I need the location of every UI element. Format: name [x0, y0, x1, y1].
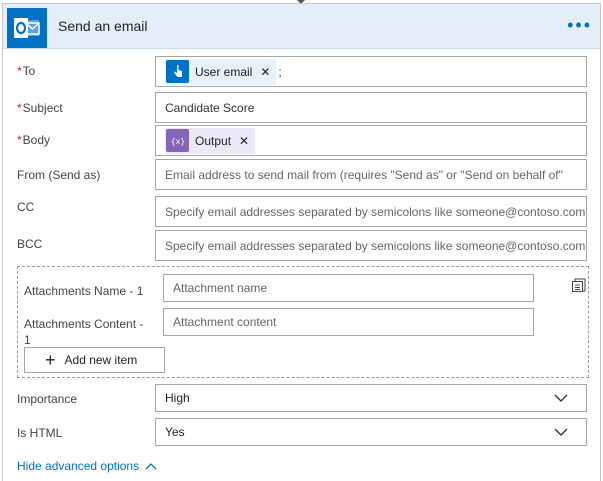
- chevron-up-icon: [145, 459, 157, 473]
- attachment-name-label: Attachments Name - 1: [24, 284, 144, 298]
- chevron-down-icon: [554, 426, 568, 440]
- bcc-label: BCC: [17, 237, 43, 251]
- from-field[interactable]: Email address to send mail from (require…: [155, 159, 587, 190]
- add-new-item-button[interactable]: + Add new item: [24, 347, 165, 373]
- user-email-token[interactable]: User email ✕: [165, 58, 277, 85]
- cc-placeholder: Specify email addresses separated by sem…: [165, 204, 586, 219]
- cc-field[interactable]: Specify email addresses separated by sem…: [155, 196, 587, 227]
- attachment-content-input[interactable]: Attachment content: [163, 308, 534, 336]
- plus-icon: +: [45, 350, 56, 370]
- action-title: Send an email: [58, 18, 148, 34]
- output-token[interactable]: {x} Output ✕: [165, 127, 256, 154]
- manual-trigger-icon: [166, 60, 189, 83]
- from-placeholder: Email address to send mail from (require…: [165, 167, 563, 182]
- hide-advanced-label: Hide advanced options: [17, 459, 140, 473]
- token-label: User email: [195, 64, 253, 79]
- remove-token-icon[interactable]: ✕: [239, 134, 249, 148]
- separator: ;: [278, 64, 282, 79]
- to-label: *To: [17, 64, 36, 78]
- required-asterisk: *: [17, 64, 22, 78]
- action-header[interactable]: Send an email •••: [3, 4, 600, 49]
- attachment-name-input[interactable]: Attachment name: [163, 274, 534, 302]
- attachments-group: Attachments Name - 1 Attachment name Att…: [17, 266, 589, 378]
- is-html-value: Yes: [165, 425, 185, 439]
- switch-to-array-icon[interactable]: [571, 277, 587, 296]
- body-field[interactable]: {x} Output ✕: [155, 125, 587, 156]
- chevron-down-icon: [554, 392, 568, 406]
- hide-advanced-options-link[interactable]: Hide advanced options: [17, 459, 157, 473]
- send-email-action-card: Send an email ••• *To User email ✕ ; *Su…: [2, 3, 601, 481]
- subject-value: Candidate Score: [165, 100, 255, 115]
- importance-dropdown[interactable]: High: [155, 384, 587, 412]
- required-asterisk: *: [17, 133, 22, 147]
- variable-icon: {x}: [166, 129, 189, 152]
- attachment-content-label: Attachments Content -1: [24, 317, 144, 347]
- is-html-label: Is HTML: [17, 426, 63, 440]
- cc-label: CC: [17, 200, 35, 214]
- more-options-icon[interactable]: •••: [567, 16, 592, 34]
- attachment-content-placeholder: Attachment content: [173, 315, 277, 329]
- svg-text:{x}: {x}: [171, 137, 185, 146]
- importance-value: High: [165, 391, 190, 405]
- token-label: Output: [195, 133, 232, 148]
- body-label: *Body: [17, 133, 51, 147]
- outlook-icon: [7, 8, 47, 48]
- remove-token-icon[interactable]: ✕: [260, 65, 270, 79]
- subject-field[interactable]: Candidate Score: [155, 92, 587, 123]
- add-new-item-label: Add new item: [64, 353, 138, 367]
- from-label: From (Send as): [17, 168, 101, 182]
- bcc-field[interactable]: Specify email addresses separated by sem…: [155, 230, 587, 261]
- importance-label: Importance: [17, 392, 78, 406]
- subject-label: *Subject: [17, 101, 63, 115]
- bcc-placeholder: Specify email addresses separated by sem…: [165, 238, 586, 253]
- required-asterisk: *: [17, 101, 22, 115]
- attachment-name-placeholder: Attachment name: [173, 281, 268, 295]
- to-field[interactable]: User email ✕ ;: [155, 56, 587, 87]
- is-html-dropdown[interactable]: Yes: [155, 418, 587, 446]
